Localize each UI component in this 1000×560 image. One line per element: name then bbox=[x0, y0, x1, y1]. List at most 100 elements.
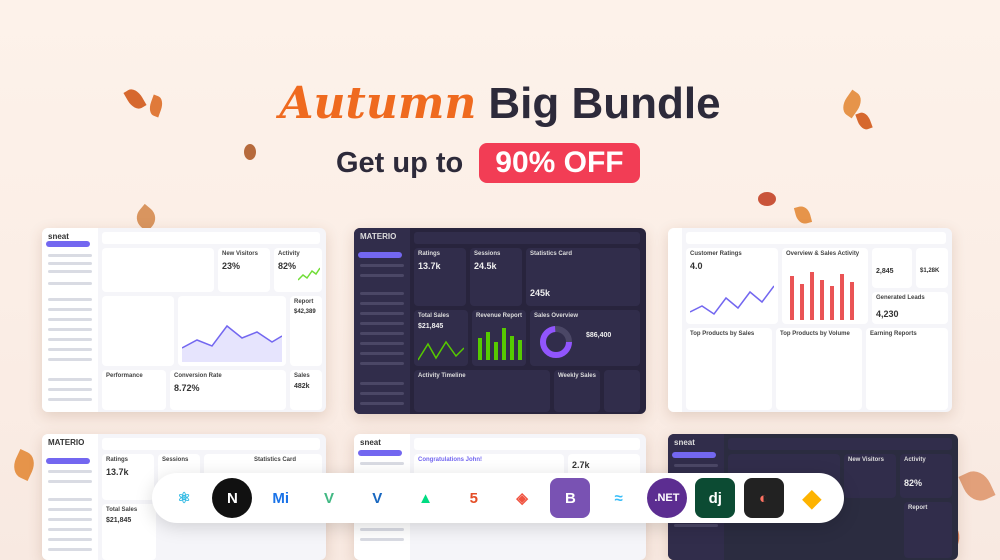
table-card: Top Products by Volume bbox=[776, 328, 862, 410]
stat-title: Activity bbox=[278, 251, 300, 257]
nav-item bbox=[48, 348, 92, 351]
dashboard-preview-sneat-light[interactable]: sneat New Visitors 23% Activity 82% Repo… bbox=[42, 228, 326, 412]
stat-card: Activity 82% bbox=[900, 454, 952, 498]
sketch-icon[interactable]: ◆ bbox=[792, 478, 832, 518]
brand-logo: MATERIO bbox=[48, 438, 85, 447]
nav-item bbox=[360, 362, 404, 365]
stat-value: 4,230 bbox=[876, 309, 899, 319]
chart-card: Customer Ratings 4.0 bbox=[686, 248, 778, 324]
nav-item bbox=[360, 322, 404, 325]
nav-item bbox=[360, 538, 404, 541]
nav-item bbox=[48, 262, 92, 265]
sales-sparkline bbox=[418, 340, 464, 361]
nextjs-icon[interactable]: N bbox=[212, 478, 253, 518]
nav-item bbox=[48, 470, 92, 473]
nav-item bbox=[48, 318, 92, 321]
stat-value: 13.7k bbox=[106, 467, 129, 477]
dashboard-preview-light-analytics[interactable]: Customer Ratings 4.0 Overview & Sales Ac… bbox=[668, 228, 952, 412]
offer-label: Get up to bbox=[336, 146, 464, 179]
nav-active bbox=[46, 241, 90, 247]
stat-title: Activity Timeline bbox=[418, 373, 466, 379]
dotnet-icon[interactable]: .NET bbox=[646, 478, 687, 518]
dashboard-preview-materio-dark[interactable]: MATERIO Ratings 13.7k Sessions 24.5k Sta… bbox=[354, 228, 646, 414]
stat-value: $42,389 bbox=[294, 309, 316, 315]
stat-value: $1,28K bbox=[920, 268, 940, 274]
tech-stack-bar: ⚛ N Mi V V ▲ 5 ◈ B ≈ .NET dj ◐ ◆ bbox=[152, 473, 844, 523]
nav-item bbox=[48, 528, 92, 531]
leaf-decoration bbox=[9, 448, 39, 482]
brand-logo: MATERIO bbox=[360, 232, 397, 241]
activity-sparkline bbox=[298, 267, 320, 281]
timeline-card: Activity Timeline bbox=[414, 370, 550, 412]
nav-item bbox=[48, 398, 92, 401]
laravel-icon[interactable]: ◈ bbox=[502, 478, 542, 518]
nav-item bbox=[48, 480, 92, 483]
nav-item bbox=[48, 338, 92, 341]
brand-logo: sneat bbox=[48, 232, 69, 241]
nuxt-icon[interactable]: ▲ bbox=[406, 478, 446, 518]
stat-title: Overview & Sales Activity bbox=[786, 251, 860, 257]
stat-title: Ratings bbox=[418, 251, 441, 257]
stat-title: Sales bbox=[294, 373, 310, 379]
table-card: Earning Reports bbox=[866, 328, 948, 410]
figma-icon[interactable]: ◐ bbox=[743, 478, 784, 518]
react-icon[interactable]: ⚛ bbox=[164, 478, 204, 518]
stat-card bbox=[604, 370, 640, 412]
vue-icon[interactable]: V bbox=[309, 478, 349, 518]
stat-card: New Visitors bbox=[844, 454, 896, 498]
stat-card: Weekly Sales bbox=[554, 370, 600, 412]
leaf-decoration bbox=[758, 192, 776, 206]
title-main: Big Bundle bbox=[488, 79, 721, 128]
nav-item bbox=[360, 352, 404, 355]
sidebar: sneat bbox=[42, 228, 98, 412]
nav-item bbox=[360, 528, 404, 531]
leaf-decoration bbox=[958, 466, 996, 506]
nav-item bbox=[360, 292, 404, 295]
stat-card: Sales 482k bbox=[290, 370, 322, 410]
search-bar[interactable] bbox=[728, 438, 952, 450]
nav-item bbox=[360, 274, 404, 277]
sidebar: MATERIO bbox=[354, 228, 410, 414]
stat-card: Conversion Rate 8.72% bbox=[170, 370, 286, 410]
stat-title: Statistics Card bbox=[530, 251, 573, 257]
stat-title: Sessions bbox=[474, 251, 501, 257]
search-bar[interactable] bbox=[102, 438, 320, 450]
stat-value: 13.7k bbox=[418, 261, 441, 271]
vuetify-icon[interactable]: V bbox=[357, 478, 397, 518]
stat-card: Ratings 13.7k bbox=[102, 454, 154, 500]
leaf-decoration bbox=[244, 144, 256, 160]
mui-icon[interactable]: Mi bbox=[261, 478, 301, 518]
search-bar[interactable] bbox=[686, 232, 946, 244]
nav-item bbox=[674, 524, 718, 527]
search-bar[interactable] bbox=[414, 232, 640, 244]
income-chart bbox=[182, 324, 282, 362]
django-icon[interactable]: dj bbox=[695, 478, 736, 518]
tailwind-icon[interactable]: ≈ bbox=[599, 478, 639, 518]
stat-value: 482k bbox=[294, 383, 310, 390]
nav-item bbox=[360, 392, 404, 395]
stat-value: 23% bbox=[222, 261, 241, 271]
stat-card: Generated Leads 4,230 bbox=[872, 292, 948, 324]
html5-icon[interactable]: 5 bbox=[454, 478, 494, 518]
nav-item bbox=[360, 264, 404, 267]
nav-item bbox=[360, 382, 404, 385]
stat-title: Statistics Card bbox=[254, 457, 297, 463]
nav-item bbox=[48, 298, 92, 301]
sales-donut bbox=[540, 326, 572, 358]
search-bar[interactable] bbox=[102, 232, 320, 244]
chart-card: Total Sales $21,845 bbox=[102, 504, 156, 560]
bootstrap-icon[interactable]: B bbox=[550, 478, 591, 518]
nav-item bbox=[360, 462, 404, 465]
stat-title: Generated Leads bbox=[876, 295, 925, 301]
stat-card: New Visitors 23% bbox=[218, 248, 270, 292]
sidebar: MATERIO bbox=[42, 434, 98, 560]
stat-card bbox=[102, 296, 174, 366]
search-bar[interactable] bbox=[414, 438, 640, 450]
nav-item bbox=[48, 538, 92, 541]
welcome-card bbox=[102, 248, 214, 292]
offer-line: Get up to 90% OFF bbox=[336, 140, 640, 186]
stat-title: Revenue Report bbox=[476, 313, 523, 319]
stat-value: $21,845 bbox=[418, 323, 444, 330]
stat-card: 2,845 bbox=[872, 248, 912, 288]
discount-badge[interactable]: 90% OFF bbox=[479, 143, 640, 183]
